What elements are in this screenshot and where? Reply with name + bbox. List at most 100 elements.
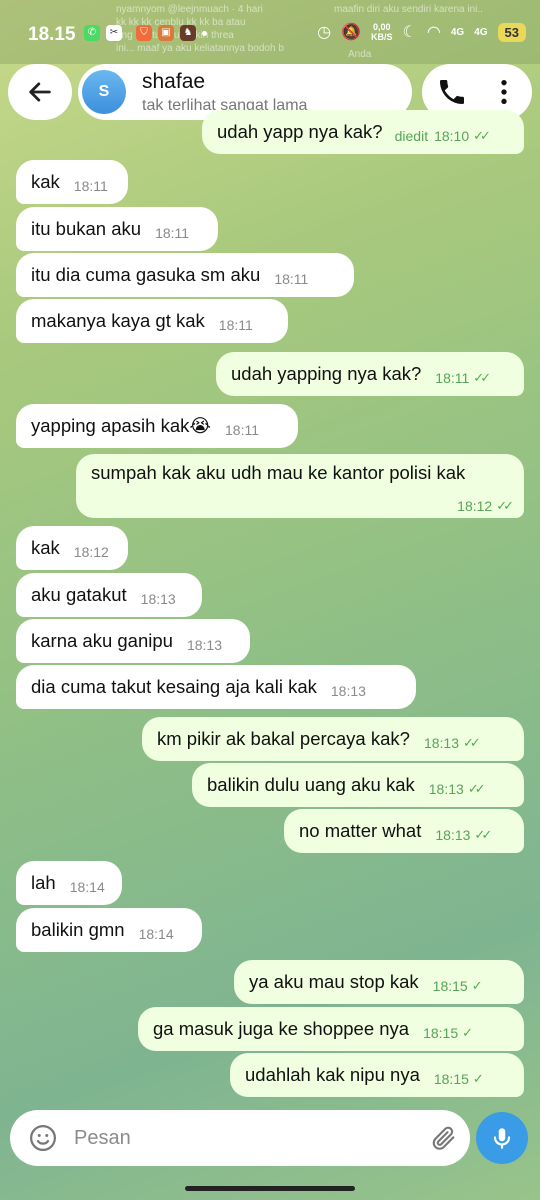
- home-indicator[interactable]: [185, 1186, 355, 1191]
- signal-4g: 4G: [450, 26, 465, 38]
- message-meta: 18:12 ✓✓: [443, 490, 514, 514]
- contact-name: shafae: [142, 70, 206, 93]
- message-text: makanya kaya gt kak: [31, 310, 205, 331]
- notif-right: maafin diri aku sendiri karena ini..: [334, 4, 483, 15]
- message-bubble-in[interactable]: karna aku ganipu 18:13: [16, 619, 250, 663]
- capcut-icon: ✂: [106, 25, 122, 41]
- message-bubble-out[interactable]: ya aku mau stop kak 18:15 ✓: [234, 960, 524, 1004]
- microphone-icon: [493, 1128, 511, 1149]
- phone-icon: [440, 80, 464, 104]
- message-text: balikin gmn: [31, 919, 125, 940]
- message-text: sumpah kak aku udh mau ke kantor polisi …: [91, 462, 466, 483]
- message-text: karna aku ganipu: [31, 630, 173, 651]
- paperclip-icon: [432, 1126, 455, 1150]
- message-bubble-in[interactable]: yapping apasih kak😭 18:11: [16, 404, 298, 448]
- message-time: 18:11: [225, 422, 260, 438]
- message-text: udahlah kak nipu nya: [245, 1064, 420, 1085]
- message-bubble-in[interactable]: makanya kaya gt kak 18:11: [16, 299, 288, 343]
- message-bubble-out[interactable]: udah yapping nya kak? 18:11 ✓✓: [216, 352, 524, 396]
- message-time: 18:13: [435, 827, 471, 843]
- message-time: 18:15: [432, 978, 468, 994]
- status-app-icons: ✆ ✂ ⛉ ▣ ♞: [84, 25, 207, 41]
- message-bubble-out[interactable]: sumpah kak aku udh mau ke kantor polisi …: [76, 454, 524, 518]
- status-bar: nyamnyom @leejnmuach · 4 hari kk kk kk c…: [0, 0, 540, 64]
- message-bubble-in[interactable]: itu dia cuma gasuka sm aku 18:11: [16, 253, 354, 297]
- message-text: ya aku mau stop kak: [249, 971, 419, 992]
- read-ticks-icon: ✓✓: [474, 827, 492, 842]
- message-bubble-out[interactable]: ga masuk juga ke shoppee nya 18:15 ✓: [138, 1007, 524, 1051]
- sent-tick-icon: ✓: [462, 1025, 473, 1040]
- message-time: 18:11: [73, 178, 108, 194]
- moon-icon: ☾: [402, 24, 417, 41]
- compose-bar: [10, 1110, 470, 1166]
- message-time: 18:14: [69, 879, 105, 895]
- sent-tick-icon: ✓: [471, 978, 483, 993]
- message-time: 18:13: [423, 735, 459, 751]
- message-text: balikin dulu uang aku kak: [207, 774, 415, 795]
- attach-button[interactable]: [430, 1124, 458, 1152]
- message-bubble-in[interactable]: lah 18:14: [16, 861, 122, 905]
- message-bubble-in[interactable]: kak 18:11: [16, 160, 128, 204]
- message-time: 18:13: [428, 781, 464, 797]
- message-text: udah yapping nya kak?: [231, 363, 422, 384]
- notif-right: Anda: [348, 49, 372, 60]
- message-bubble-in[interactable]: balikin gmn 18:14: [16, 908, 202, 952]
- message-text: udah yapp nya kak?: [217, 121, 383, 142]
- message-bubble-out[interactable]: udah yapp nya kak? diedit 18:10 ✓✓: [202, 110, 524, 154]
- message-time: 18:11: [155, 225, 190, 241]
- message-text: no matter what: [299, 820, 422, 841]
- message-bubble-out[interactable]: balikin dulu uang aku kak 18:13 ✓✓: [192, 763, 524, 807]
- net-speed-value: 0,00: [373, 22, 391, 32]
- message-time: 18:11: [274, 271, 309, 287]
- status-right: ◷ 🔕 0,00 KB/S ☾ ◠ 4G 4G 53: [317, 22, 526, 42]
- signal-4g: 4G: [474, 26, 488, 38]
- wifi-icon: ◠: [426, 24, 441, 41]
- emoji-button[interactable]: [28, 1123, 58, 1153]
- battery-level: 53: [497, 22, 526, 42]
- message-time: 18:11: [218, 317, 253, 333]
- message-text: ga masuk juga ke shoppee nya: [153, 1018, 410, 1039]
- message-bubble-in[interactable]: dia cuma takut kesaing aja kali kak 18:1…: [16, 665, 416, 709]
- message-time: 18:10: [434, 128, 470, 144]
- back-button[interactable]: [8, 64, 72, 120]
- message-text: lah: [31, 872, 56, 893]
- app-icon: ▣: [158, 25, 174, 41]
- message-time: 18:12: [73, 544, 109, 560]
- message-bubble-in[interactable]: itu bukan aku 18:11: [16, 207, 218, 251]
- message-text: dia cuma takut kesaing aja kali kak: [31, 676, 317, 697]
- message-time: 18:12: [457, 498, 493, 514]
- message-input[interactable]: [74, 1122, 414, 1154]
- voice-record-button[interactable]: [476, 1112, 528, 1164]
- net-speed: 0,00 KB/S: [371, 22, 393, 42]
- message-text: kak: [31, 171, 60, 192]
- more-notifications-dot-icon: [202, 31, 207, 36]
- message-text: aku gatakut: [31, 584, 127, 605]
- message-time: 18:15: [433, 1071, 469, 1087]
- message-text: itu bukan aku: [31, 218, 142, 239]
- message-time: 18:11: [435, 370, 470, 386]
- mute-icon: 🔕: [341, 24, 362, 41]
- read-ticks-icon: ✓✓: [473, 128, 491, 143]
- alarm-icon: ◷: [317, 24, 332, 41]
- message-bubble-in[interactable]: aku gatakut 18:13: [16, 573, 202, 617]
- notif-line: ini... maaf ya aku keliatannya bodoh b: [116, 43, 284, 54]
- avatar[interactable]: S: [82, 70, 126, 114]
- message-text: kak: [31, 537, 60, 558]
- more-vertical-icon: [501, 80, 507, 104]
- shopee-icon: ⛉: [136, 25, 152, 41]
- smile-icon: [30, 1125, 56, 1151]
- message-time: 18:13: [186, 637, 222, 653]
- message-bubble-out[interactable]: km pikir ak bakal percaya kak? 18:13 ✓✓: [142, 717, 524, 761]
- message-bubble-out[interactable]: udahlah kak nipu nya 18:15 ✓: [230, 1053, 524, 1097]
- message-bubble-out[interactable]: no matter what 18:13 ✓✓: [284, 809, 524, 853]
- call-button[interactable]: [436, 76, 468, 108]
- message-time: 18:14: [138, 926, 174, 942]
- message-bubble-in[interactable]: kak 18:12: [16, 526, 128, 570]
- game-icon: ♞: [180, 25, 196, 41]
- more-options-button[interactable]: [488, 76, 520, 108]
- message-time: 18:13: [140, 591, 176, 607]
- edited-label: diedit: [394, 128, 429, 144]
- net-speed-unit: KB/S: [371, 32, 393, 42]
- sent-tick-icon: ✓: [472, 1071, 484, 1086]
- arrow-left-icon: [29, 82, 51, 102]
